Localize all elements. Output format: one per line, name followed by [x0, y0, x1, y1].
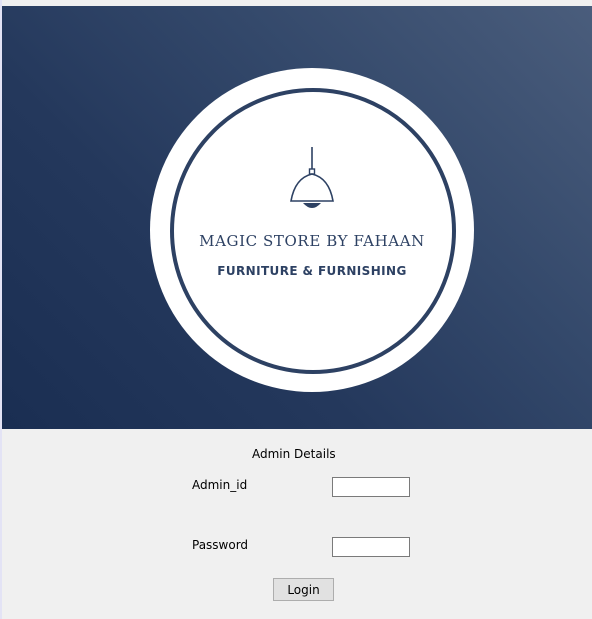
brand-title: MAGIC STORE BY FAHAAN — [199, 232, 425, 250]
brand-subtitle: FURNITURE & FURNISHING — [217, 264, 407, 278]
password-label: Password — [192, 538, 249, 552]
form-heading: Admin Details — [252, 447, 336, 461]
admin-id-input[interactable] — [332, 477, 410, 497]
admin-id-label: Admin_id — [192, 478, 248, 492]
password-input[interactable] — [332, 537, 410, 557]
brand-banner: MAGIC STORE BY FAHAAN FURNITURE & FURNIS… — [2, 6, 592, 429]
login-button[interactable]: Login — [273, 578, 334, 601]
login-window: MAGIC STORE BY FAHAAN FURNITURE & FURNIS… — [0, 0, 592, 619]
logo-ring — [170, 88, 456, 374]
pendant-lamp-icon — [290, 147, 334, 208]
logo-badge: MAGIC STORE BY FAHAAN FURNITURE & FURNIS… — [150, 68, 474, 392]
